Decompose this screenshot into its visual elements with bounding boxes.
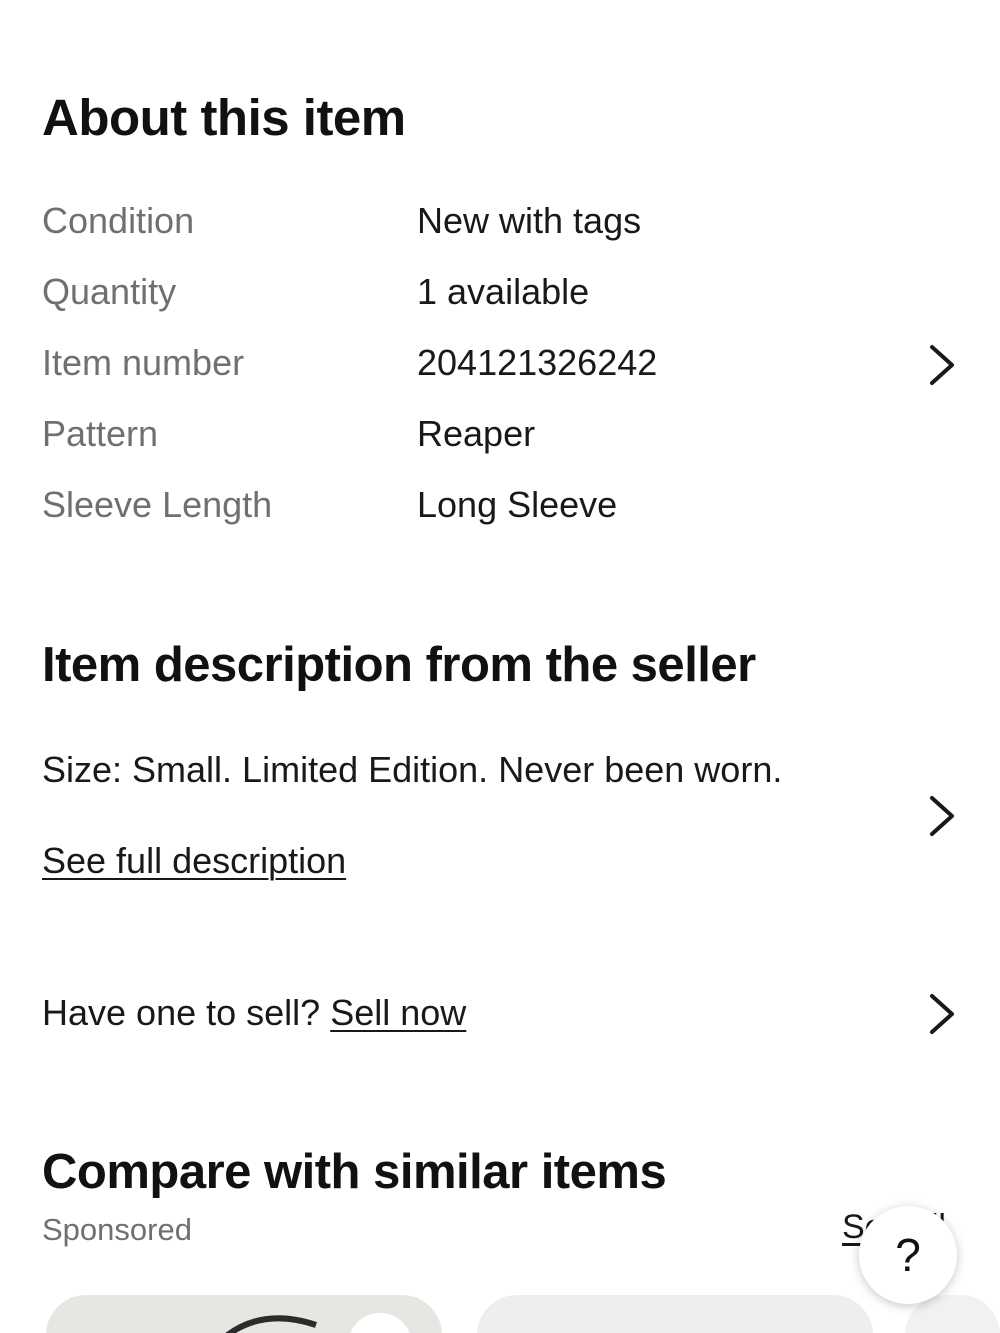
spec-label-sleeve-length: Sleeve Length xyxy=(42,484,273,525)
spec-value-quantity: 1 available xyxy=(417,271,590,312)
similar-item-card[interactable] xyxy=(477,1295,873,1333)
chevron-right-icon[interactable] xyxy=(922,793,960,839)
sell-now-link[interactable]: Sell now xyxy=(330,992,466,1033)
spec-value-condition: New with tags xyxy=(417,200,642,241)
spec-label-pattern: Pattern xyxy=(42,413,159,454)
compare-section-title: Compare with similar items xyxy=(42,1145,667,1199)
similar-item-card[interactable] xyxy=(46,1295,442,1333)
spec-label-condition: Condition xyxy=(42,200,195,241)
spec-value-pattern: Reaper xyxy=(417,413,536,454)
item-details-page: About this item Condition New with tags … xyxy=(0,0,1000,1333)
sell-prompt-text: Have one to sell? xyxy=(42,992,321,1033)
spec-value-sleeve-length: Long Sleeve xyxy=(417,484,618,525)
chevron-right-icon[interactable] xyxy=(922,342,960,388)
about-section-title: About this item xyxy=(42,89,406,146)
spec-label-quantity: Quantity xyxy=(42,271,177,312)
spec-label-item-number: Item number xyxy=(42,342,245,383)
description-section-title: Item description from the seller xyxy=(42,638,756,692)
help-button-label: ? xyxy=(895,1229,921,1281)
sell-prompt-row: Have one to sell? Sell now xyxy=(42,992,466,1034)
chevron-right-icon[interactable] xyxy=(922,991,960,1037)
description-text: Size: Small. Limited Edition. Never been… xyxy=(42,749,783,790)
sponsored-label: Sponsored xyxy=(42,1212,192,1247)
see-full-description-link[interactable]: See full description xyxy=(42,840,346,882)
spec-value-item-number: 204121326242 xyxy=(417,342,658,383)
help-icon[interactable]: ? xyxy=(859,1206,957,1304)
product-image xyxy=(225,1315,317,1333)
favorite-icon[interactable] xyxy=(348,1313,412,1333)
